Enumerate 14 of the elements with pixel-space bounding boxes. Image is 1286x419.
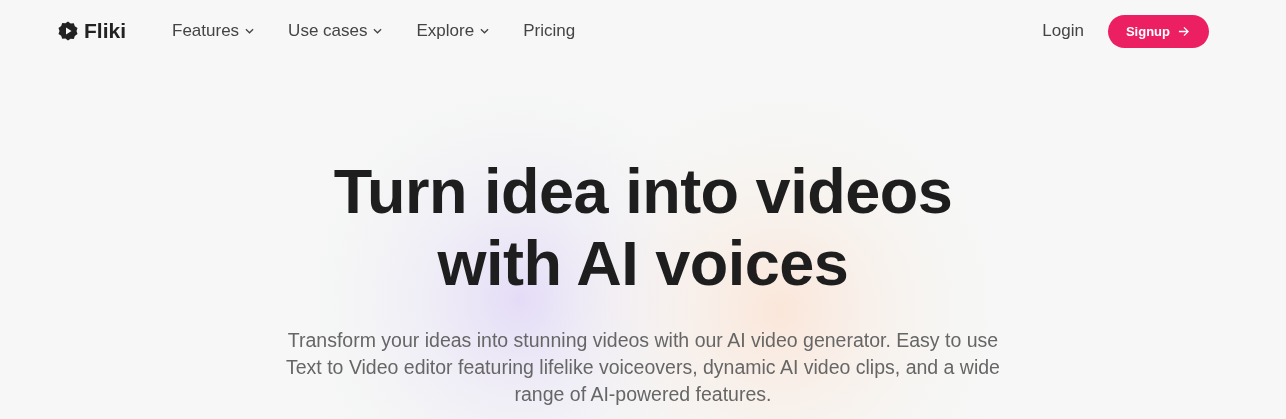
- signup-button[interactable]: Signup: [1107, 14, 1209, 48]
- caret-icon: [373, 28, 383, 34]
- nav-link[interactable]: Explore: [416, 21, 490, 41]
- logo-icon[interactable]: [58, 21, 78, 41]
- brand-name[interactable]: Fliki: [84, 19, 126, 43]
- caret-icon: [245, 28, 255, 34]
- arrow-icon: [1178, 25, 1189, 37]
- nav-link[interactable]: Use cases: [288, 21, 383, 41]
- caret-icon: [480, 28, 490, 34]
- hero-subtitle: Transform your ideas into stunning videos with our AI video generator. Easy to use Text to Video editor featuring lifelike voiceovers, dynamic AI video clips, and a wide range of AI-powered features.: [285, 328, 1001, 407]
- nav-link[interactable]: Pricing: [523, 21, 576, 41]
- nav-link[interactable]: Features: [172, 21, 255, 41]
- login-link[interactable]: Login: [1042, 21, 1084, 41]
- hero-title: Turn idea into videos with AI voices: [332, 155, 954, 299]
